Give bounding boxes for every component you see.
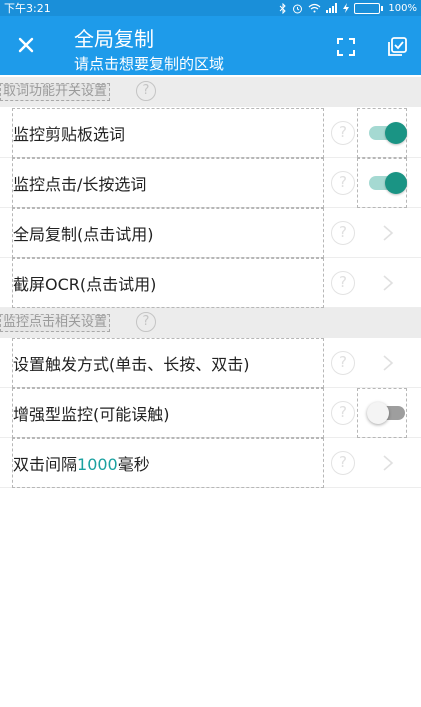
status-bar: 下午3:21 100%	[0, 0, 421, 16]
setting-label: 监控点击/长按选词	[13, 175, 147, 194]
charging-icon	[343, 3, 350, 13]
page-title: 全局复制	[74, 27, 154, 51]
setting-label: 双击间隔1000毫秒	[13, 451, 150, 475]
wifi-icon	[309, 3, 321, 13]
battery-icon	[354, 2, 384, 14]
help-icon[interactable]: ?	[331, 171, 355, 195]
section-label[interactable]: 监控点击相关设置	[0, 314, 111, 332]
setting-row-trigger-mode[interactable]: 设置触发方式(单击、长按、双击) ?	[0, 338, 421, 388]
toggle-switch[interactable]	[369, 172, 407, 194]
setting-row-enhanced-monitor[interactable]: 增强型监控(可能误触) ?	[0, 388, 421, 438]
bluetooth-icon	[280, 2, 287, 14]
toggle-knob	[385, 122, 407, 144]
chevron-right-icon	[383, 455, 394, 471]
fullscreen-icon[interactable]	[336, 37, 356, 57]
setting-row-clipboard[interactable]: 监控剪贴板选词 ?	[0, 108, 421, 158]
setting-label: 设置触发方式(单击、长按、双击)	[13, 355, 250, 374]
battery-percent: 100%	[388, 2, 417, 14]
section-header-word-capture: 取词功能开关设置 ?	[0, 77, 421, 107]
help-icon[interactable]: ?	[136, 312, 156, 332]
setting-label: 全局复制(点击试用)	[13, 225, 154, 244]
help-icon[interactable]: ?	[331, 401, 355, 425]
status-time: 下午3:21	[4, 2, 51, 15]
toggle-knob	[367, 402, 389, 424]
alarm-icon	[293, 4, 303, 13]
help-icon[interactable]: ?	[331, 221, 355, 245]
app-bar: 全局复制 请点击想要复制的区域	[0, 16, 421, 75]
help-icon[interactable]: ?	[331, 351, 355, 375]
chevron-right-icon	[383, 225, 394, 241]
setting-label: 截屏OCR(点击试用)	[13, 275, 157, 294]
setting-label: 增强型监控(可能误触)	[13, 405, 170, 424]
page-subtitle: 请点击想要复制的区域	[74, 55, 225, 73]
interval-prefix: 双击间隔	[13, 455, 78, 474]
signal-icon	[326, 3, 338, 13]
toggle-switch[interactable]	[369, 122, 407, 144]
setting-row-click-longpress[interactable]: 监控点击/长按选词 ?	[0, 158, 421, 208]
help-icon[interactable]: ?	[331, 451, 355, 475]
help-icon[interactable]: ?	[331, 121, 355, 145]
close-icon[interactable]	[14, 33, 38, 57]
toggle-knob	[385, 172, 407, 194]
status-icons: 100%	[279, 2, 417, 14]
setting-label: 监控剪贴板选词	[13, 125, 126, 144]
setting-row-screenshot-ocr[interactable]: 截屏OCR(点击试用) ?	[0, 258, 421, 308]
copy-all-icon[interactable]	[386, 36, 408, 58]
setting-row-global-copy[interactable]: 全局复制(点击试用) ?	[0, 208, 421, 258]
chevron-right-icon	[383, 275, 394, 291]
section-label[interactable]: 取词功能开关设置	[0, 83, 111, 101]
help-icon[interactable]: ?	[331, 271, 355, 295]
toggle-switch[interactable]	[367, 402, 405, 424]
interval-suffix: 毫秒	[117, 455, 150, 474]
interval-value: 1000	[77, 455, 118, 474]
chevron-right-icon	[383, 355, 394, 371]
help-icon[interactable]: ?	[136, 81, 156, 101]
section-header-click-monitor: 监控点击相关设置 ?	[0, 308, 421, 338]
setting-row-double-click-interval[interactable]: 双击间隔1000毫秒 ?	[0, 438, 421, 488]
